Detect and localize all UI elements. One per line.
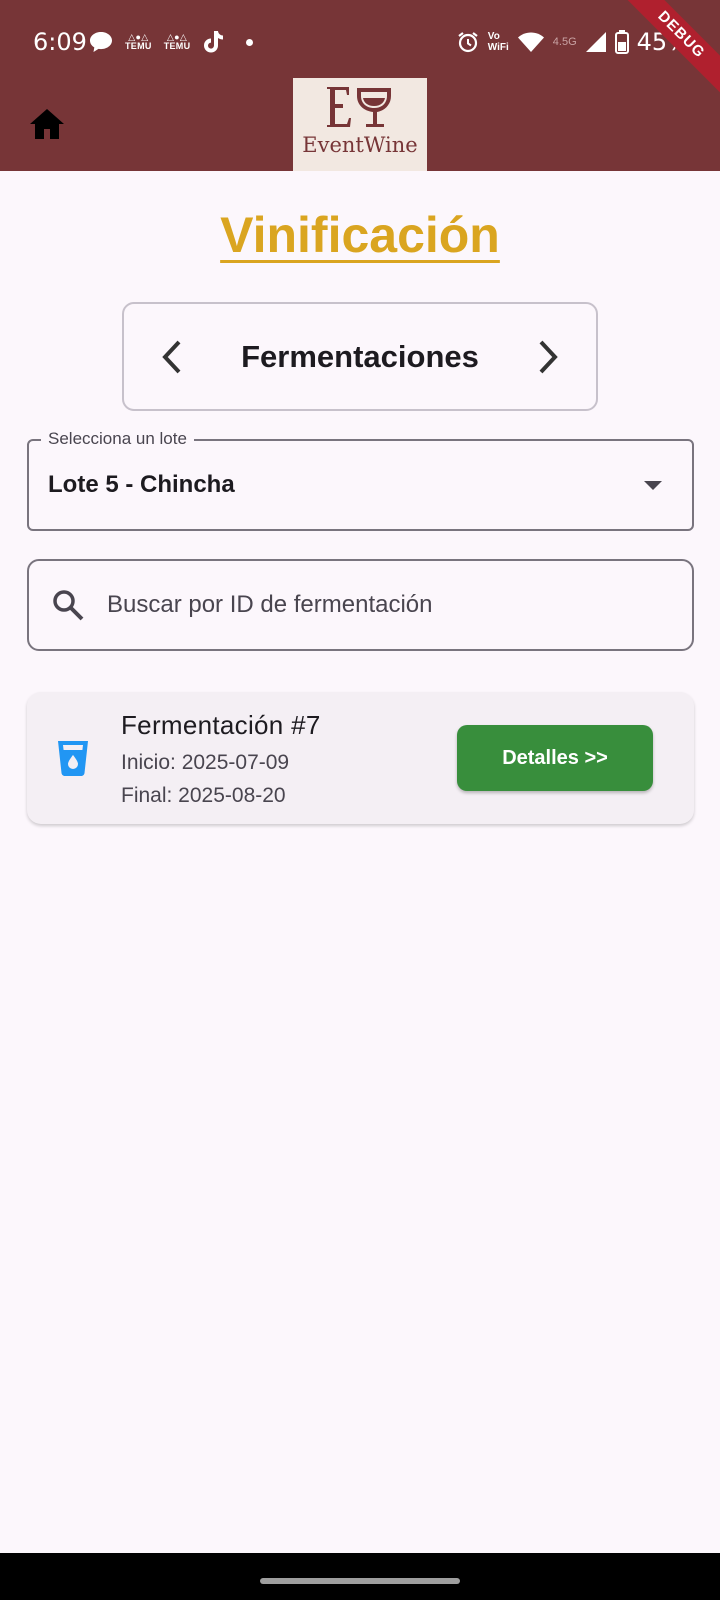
- chat-bubble-icon: [90, 32, 112, 52]
- chevron-right-icon: [539, 340, 558, 373]
- dropdown-caret-icon: [644, 481, 662, 490]
- alarm-icon: [458, 32, 478, 53]
- battery-icon: [614, 30, 629, 54]
- fermentation-start-date: Inicio: 2025-07-09: [121, 751, 290, 774]
- logo-mark-icon: [327, 87, 391, 127]
- chevron-left-icon: [162, 340, 181, 373]
- lote-dropdown-label: Selecciona un lote: [41, 429, 194, 449]
- more-dot-icon: [246, 38, 254, 46]
- logo-text: EventWine: [302, 133, 418, 157]
- status-time: 6:09: [33, 28, 87, 56]
- system-icons: Vo WiFi 4.5G 45%: [456, 28, 690, 56]
- page-title: Vinificación: [220, 207, 500, 263]
- wifi-icon: [517, 32, 544, 52]
- signal-icon: [585, 32, 606, 52]
- network-type: 4.5G: [552, 36, 577, 48]
- lote-dropdown-value: Lote 5 - Chincha: [48, 471, 235, 498]
- status-bar: 6:09 △●△ TEMU △●△ TEMU Vo WiFi 4.5G 45%: [0, 0, 720, 84]
- section-label: Fermentaciones: [241, 338, 479, 374]
- search-icon: [53, 590, 84, 621]
- vowifi-label: Vo WiFi: [487, 31, 509, 53]
- water-glass-icon: [58, 741, 88, 776]
- app-bar: 6:09 △●△ TEMU △●△ TEMU Vo WiFi 4.5G 45% DEB…: [0, 0, 720, 171]
- notification-icons: △●△ TEMU △●△ TEMU: [89, 28, 254, 56]
- home-icon[interactable]: [29, 107, 65, 141]
- temu-icon: △●△ TEMU: [163, 32, 191, 51]
- temu-icon: △●△ TEMU: [125, 32, 152, 51]
- details-button[interactable]: Detalles >>: [457, 725, 653, 791]
- fermentation-title: Fermentación #7: [121, 710, 321, 740]
- fermentation-card: Fermentación #7 Inicio: 2025-07-09 Final…: [27, 692, 694, 824]
- previous-section-button[interactable]: [152, 337, 192, 377]
- next-section-button[interactable]: [528, 337, 568, 377]
- gesture-handle[interactable]: [260, 1578, 460, 1584]
- app-logo: EventWine: [293, 78, 427, 171]
- section-switcher: Fermentaciones: [122, 302, 598, 411]
- search-input[interactable]: [107, 563, 677, 647]
- lote-dropdown[interactable]: Selecciona un lote Lote 5 - Chincha: [27, 429, 694, 531]
- system-nav-bar: [0, 1553, 720, 1600]
- search-box: [27, 559, 694, 651]
- fermentation-end-date: Final: 2025-08-20: [121, 784, 286, 807]
- tiktok-icon: [204, 31, 224, 53]
